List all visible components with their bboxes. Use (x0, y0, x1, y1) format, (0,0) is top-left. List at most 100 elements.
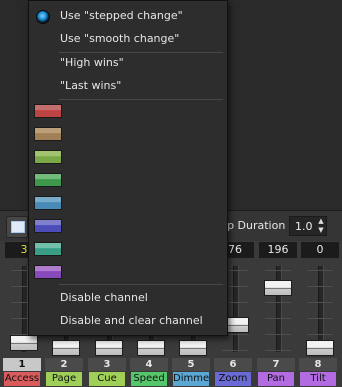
color-swatch (34, 127, 62, 141)
menu-item-label: Use "stepped change" (60, 9, 183, 22)
fader-knob-stripe (53, 348, 79, 349)
menu-item-smooth-change[interactable]: Use "smooth change" (30, 28, 226, 50)
fader-knob-stripe (265, 288, 291, 289)
layout-toggle-button[interactable] (6, 216, 28, 238)
swatch-bottom (35, 156, 61, 163)
swatch-bottom (35, 248, 61, 255)
fader-knob[interactable] (179, 340, 207, 356)
channel-value: 196 (259, 242, 297, 258)
channel-name: Zoom (215, 372, 251, 386)
color-swatch (34, 242, 62, 256)
channel-number: 3 (88, 358, 126, 371)
menu-item-color-swatch[interactable] (30, 192, 226, 215)
fader-knob-stripe (138, 348, 164, 349)
channel-name: Pan (258, 372, 294, 386)
fader-track[interactable] (259, 262, 297, 356)
swatch-bottom (35, 110, 61, 117)
channel-header[interactable]: 7 Pan (257, 358, 295, 387)
channel-header[interactable]: 6 Zoom (214, 358, 252, 387)
fader-rail (276, 266, 282, 352)
layout-icon (11, 221, 25, 233)
channel-header[interactable]: 8 Tilt (299, 358, 337, 387)
menu-item-color-swatch[interactable] (30, 169, 226, 192)
channel-header[interactable]: 1 Access (3, 358, 41, 387)
channel-label-row: 1Access2Page3Cue4Speed5Dimmer6Zoom7Pan8T… (0, 358, 342, 387)
fader-knob-stripe (307, 348, 333, 349)
fader-knob[interactable] (137, 340, 165, 356)
channel-number: 2 (45, 358, 83, 371)
step-duration-value: 1.0 (295, 220, 313, 233)
fader-tick (307, 334, 333, 335)
fader-knob-stripe (11, 343, 37, 344)
channel-number: 1 (3, 358, 41, 371)
menu-item-label: "High wins" (60, 56, 124, 69)
fader-tick (307, 270, 333, 271)
spin-down-icon[interactable]: ▼ (316, 226, 326, 235)
channel-value: 0 (301, 242, 339, 258)
swatch-bottom (35, 179, 61, 186)
menu-item-color-swatch[interactable] (30, 123, 226, 146)
menu-item-label: Disable channel (60, 291, 148, 304)
fader-track[interactable] (301, 262, 339, 356)
menu-item-disable-and-clear[interactable]: Disable and clear channel (30, 310, 226, 332)
channel-context-menu: Use "stepped change" Use "smooth change"… (28, 0, 228, 336)
color-swatch (34, 104, 62, 118)
channel-header[interactable]: 4 Speed (130, 358, 168, 387)
menu-item-color-swatch[interactable] (30, 146, 226, 169)
color-swatch (34, 265, 62, 279)
menu-item-color-swatch[interactable] (30, 215, 226, 238)
menu-item-color-swatch[interactable] (30, 238, 226, 261)
channel-name: Access (4, 372, 40, 386)
fader-knob[interactable] (10, 335, 38, 351)
channel-header[interactable]: 3 Cue (88, 358, 126, 387)
channel-header[interactable]: 2 Page (45, 358, 83, 387)
fader-knob-stripe (180, 348, 206, 349)
fader-tick (265, 270, 291, 271)
swatch-bottom (35, 202, 61, 209)
menu-item-label: Disable and clear channel (60, 314, 203, 327)
channel-name: Speed (131, 372, 167, 386)
fader-tick (307, 302, 333, 303)
channel-number: 8 (299, 358, 337, 371)
menu-item-color-swatch[interactable] (30, 261, 226, 284)
menu-item-color-swatch[interactable] (30, 100, 226, 123)
fader-knob[interactable] (95, 340, 123, 356)
fader-tick (265, 302, 291, 303)
channel-number: 4 (130, 358, 168, 371)
swatch-bottom (35, 133, 61, 140)
color-swatch (34, 196, 62, 210)
fader-rail (233, 266, 239, 352)
menu-item-last-wins[interactable]: "Last wins" (30, 75, 226, 97)
radio-selected-icon (36, 10, 50, 24)
fader-tick (265, 318, 291, 319)
menu-item-disable-channel[interactable]: Disable channel (30, 287, 226, 309)
color-swatch (34, 173, 62, 187)
swatch-bottom (35, 271, 61, 278)
spin-up-icon[interactable]: ▲ (316, 217, 326, 226)
menu-item-high-wins[interactable]: "High wins" (30, 52, 226, 74)
channel-number: 5 (172, 358, 210, 371)
fader-tick (307, 318, 333, 319)
channel-name: Cue (89, 372, 125, 386)
step-duration-field[interactable]: 1.0 ▲ ▼ (289, 216, 327, 236)
fader-tick (307, 286, 333, 287)
channel-name: Dimmer (173, 372, 209, 386)
swatch-bottom (35, 225, 61, 232)
color-swatch (34, 150, 62, 164)
color-swatch (34, 219, 62, 233)
fader-knob[interactable] (306, 340, 334, 356)
fader-tick (265, 350, 291, 351)
channel-number: 6 (214, 358, 252, 371)
fader-knob[interactable] (52, 340, 80, 356)
menu-separator (59, 284, 223, 285)
fader-tick (265, 334, 291, 335)
fader-knob[interactable] (264, 280, 292, 296)
channel-number: 7 (257, 358, 295, 371)
fader-tick (222, 350, 248, 351)
menu-item-stepped-change[interactable]: Use "stepped change" (30, 5, 226, 27)
menu-item-label: Use "smooth change" (60, 32, 180, 45)
channel-header[interactable]: 5Dimmer (172, 358, 210, 387)
step-duration-label: Step Duration (226, 219, 286, 232)
fader-knob-stripe (96, 348, 122, 349)
channel-name: Tilt (300, 372, 336, 386)
